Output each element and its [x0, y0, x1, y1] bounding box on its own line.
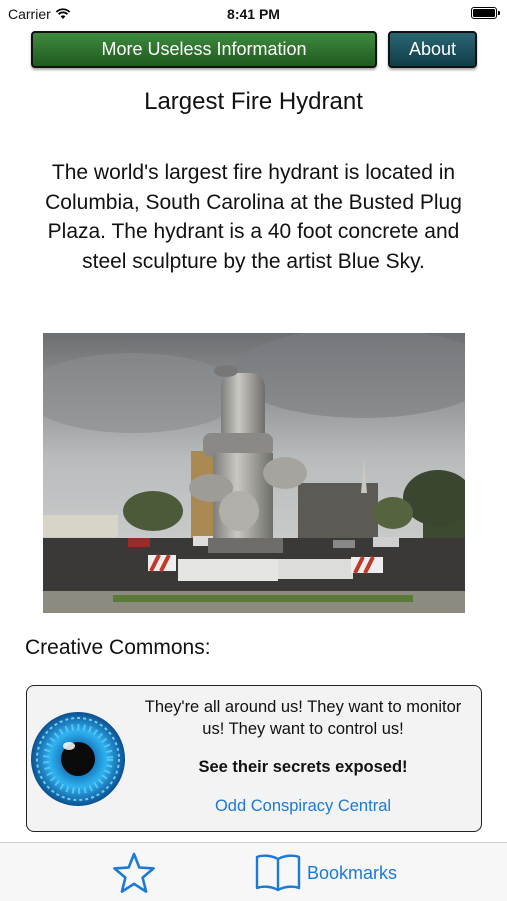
- odd-conspiracy-central-link[interactable]: Odd Conspiracy Central: [141, 797, 465, 816]
- ad-tagline: They're all around us! They want to moni…: [144, 698, 462, 738]
- about-button[interactable]: About: [388, 31, 477, 68]
- page-title: Largest Fire Hydrant: [144, 88, 363, 115]
- article-description: The world's largest fire hydrant is loca…: [45, 161, 462, 273]
- creative-commons-label: Creative Commons:: [25, 636, 211, 659]
- tab-bar: Bookmarks: [0, 842, 507, 901]
- eye-icon: [31, 712, 125, 806]
- ad-banner[interactable]: They're all around us! They want to moni…: [26, 685, 482, 832]
- battery-icon: [471, 7, 500, 19]
- more-useless-information-button[interactable]: More Useless Information: [31, 31, 377, 68]
- book-icon[interactable]: [255, 853, 301, 893]
- status-bar: Carrier 8:41 PM: [0, 0, 507, 28]
- star-icon[interactable]: [112, 852, 156, 894]
- ad-headline: See their secrets exposed!: [198, 758, 408, 776]
- hydrant-photo: [43, 333, 465, 613]
- battery-level: [473, 9, 495, 17]
- clock: 8:41 PM: [227, 6, 280, 22]
- bookmarks-tab-label[interactable]: Bookmarks: [307, 863, 397, 884]
